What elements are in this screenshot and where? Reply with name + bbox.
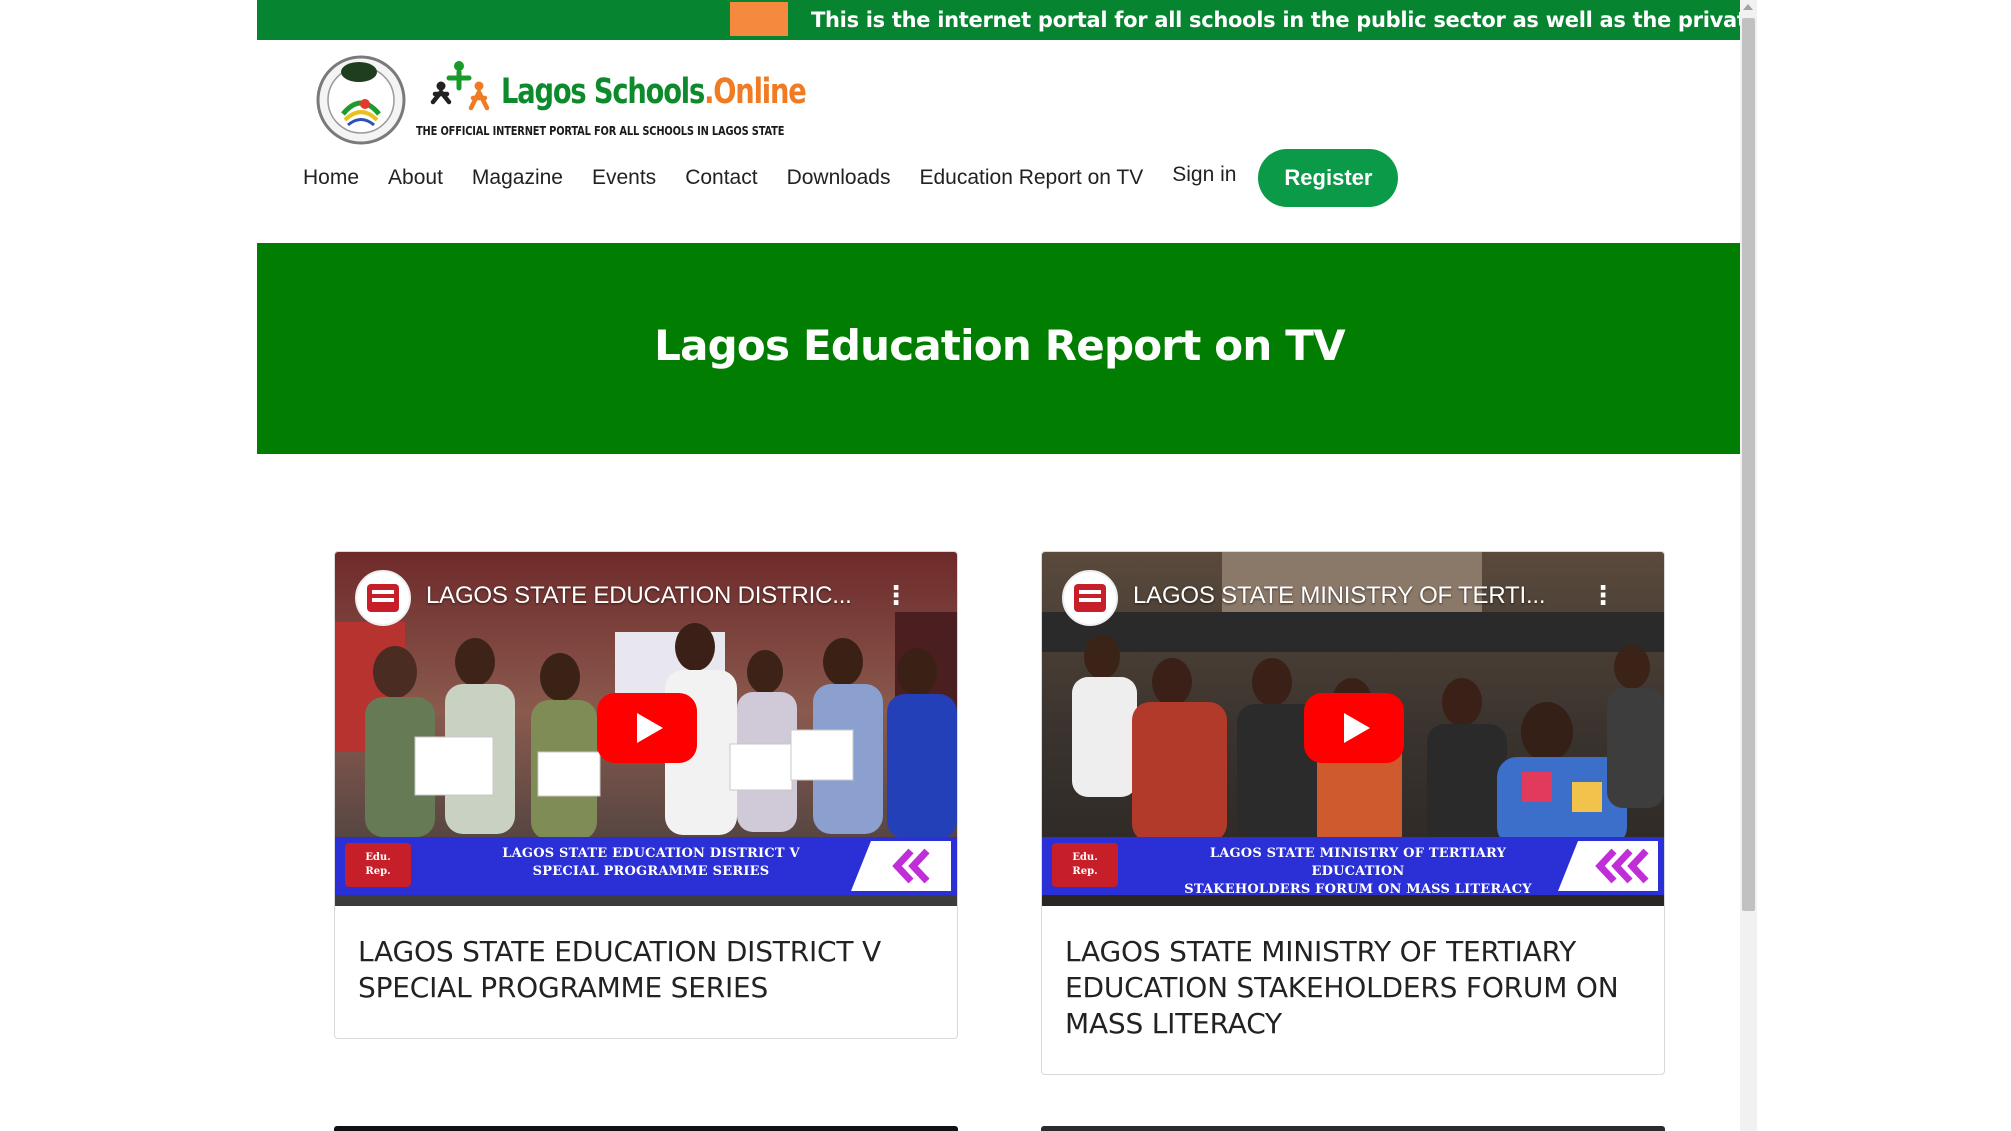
- ticker-accent-block: [730, 2, 788, 36]
- page-title: Lagos Education Report on TV: [654, 321, 1345, 370]
- nav-home[interactable]: Home: [303, 166, 359, 190]
- vertical-scrollbar[interactable]: [1740, 0, 1757, 1131]
- brand-tagline: THE OFFICIAL INTERNET PORTAL FOR ALL SCH…: [416, 124, 785, 138]
- ticker-text: This is the internet portal for all scho…: [811, 8, 1740, 32]
- video-thumbnail[interactable]: LAGOS STATE MINISTRY OF TERTI... ⋮ Edu. R…: [1042, 552, 1664, 906]
- lower-third-line1: LAGOS STATE EDUCATION DISTRICT V: [502, 846, 800, 861]
- nav-downloads[interactable]: Downloads: [787, 166, 891, 190]
- video-lower-third: Edu. Rep. LAGOS STATE EDUCATION DISTRICT …: [335, 837, 957, 895]
- brand-name-online: .Online: [704, 72, 807, 112]
- nav-about[interactable]: About: [388, 166, 443, 190]
- youtube-play-icon[interactable]: [1304, 693, 1404, 763]
- video-thumbnail[interactable]: LAGOS STATE EDUCATION DISTRIC... ⋮ Edu. R…: [335, 552, 957, 906]
- lower-third-line2: SPECIAL PROGRAMME SERIES: [532, 864, 770, 879]
- video-card-peek[interactable]: [1041, 1126, 1665, 1131]
- lagos-state-crest-icon[interactable]: [315, 52, 407, 146]
- chevrons-left-icon: [1558, 841, 1658, 891]
- lower-third-line1: LAGOS STATE MINISTRY OF TERTIARY EDUCATI…: [1209, 846, 1507, 879]
- kebab-menu-icon[interactable]: ⋮: [1590, 582, 1616, 608]
- lower-third-text: LAGOS STATE MINISTRY OF TERTIARY EDUCATI…: [1172, 845, 1544, 899]
- browser-viewport: This is the internet portal for all scho…: [257, 0, 1757, 1131]
- youtube-play-icon[interactable]: [597, 693, 697, 763]
- video-title[interactable]: LAGOS STATE MINISTRY OF TERTIARY EDUCATI…: [1042, 906, 1664, 1042]
- video-card-peek[interactable]: [334, 1126, 958, 1131]
- video-embed-title[interactable]: LAGOS STATE EDUCATION DISTRIC...: [426, 582, 852, 610]
- channel-avatar-icon[interactable]: [1062, 570, 1118, 626]
- channel-avatar-icon[interactable]: [355, 570, 411, 626]
- main-nav: Home About Magazine Events Contact Downl…: [303, 148, 1399, 208]
- scroll-up-arrow-icon[interactable]: [1743, 4, 1753, 10]
- lower-third-text: LAGOS STATE EDUCATION DISTRICT V SPECIAL…: [465, 845, 837, 881]
- lagos-schools-logo-icon[interactable]: [429, 58, 493, 116]
- video-title[interactable]: LAGOS STATE EDUCATION DISTRICT V SPECIAL…: [335, 906, 957, 1006]
- education-report-logo-icon: Edu. Rep.: [1052, 843, 1118, 887]
- nav-events[interactable]: Events: [592, 166, 656, 190]
- brand-name[interactable]: Lagos Schools.Online: [501, 72, 807, 112]
- sign-in-link[interactable]: Sign in: [1172, 163, 1236, 187]
- video-embed-title[interactable]: LAGOS STATE MINISTRY OF TERTI...: [1133, 582, 1546, 610]
- video-lower-third: Edu. Rep. LAGOS STATE MINISTRY OF TERTIAR…: [1042, 837, 1664, 897]
- brand-name-main: Lagos Schools: [501, 72, 705, 112]
- education-report-logo-icon: Edu. Rep.: [345, 843, 411, 887]
- hero-banner: Lagos Education Report on TV: [257, 243, 1740, 454]
- scrollbar-thumb[interactable]: [1742, 18, 1755, 911]
- nav-education-report-tv[interactable]: Education Report on TV: [919, 166, 1143, 190]
- video-card[interactable]: LAGOS STATE MINISTRY OF TERTI... ⋮ Edu. R…: [1041, 551, 1665, 1075]
- chevrons-left-icon: [851, 841, 951, 891]
- nav-contact[interactable]: Contact: [685, 166, 757, 190]
- video-card[interactable]: LAGOS STATE EDUCATION DISTRIC... ⋮ Edu. R…: [334, 551, 958, 1039]
- register-button[interactable]: Register: [1258, 149, 1399, 207]
- nav-magazine[interactable]: Magazine: [472, 166, 563, 190]
- announcement-ticker: This is the internet portal for all scho…: [257, 0, 1740, 40]
- lower-third-line2: STAKEHOLDERS FORUM ON MASS LITERACY: [1184, 882, 1532, 897]
- kebab-menu-icon[interactable]: ⋮: [883, 582, 909, 608]
